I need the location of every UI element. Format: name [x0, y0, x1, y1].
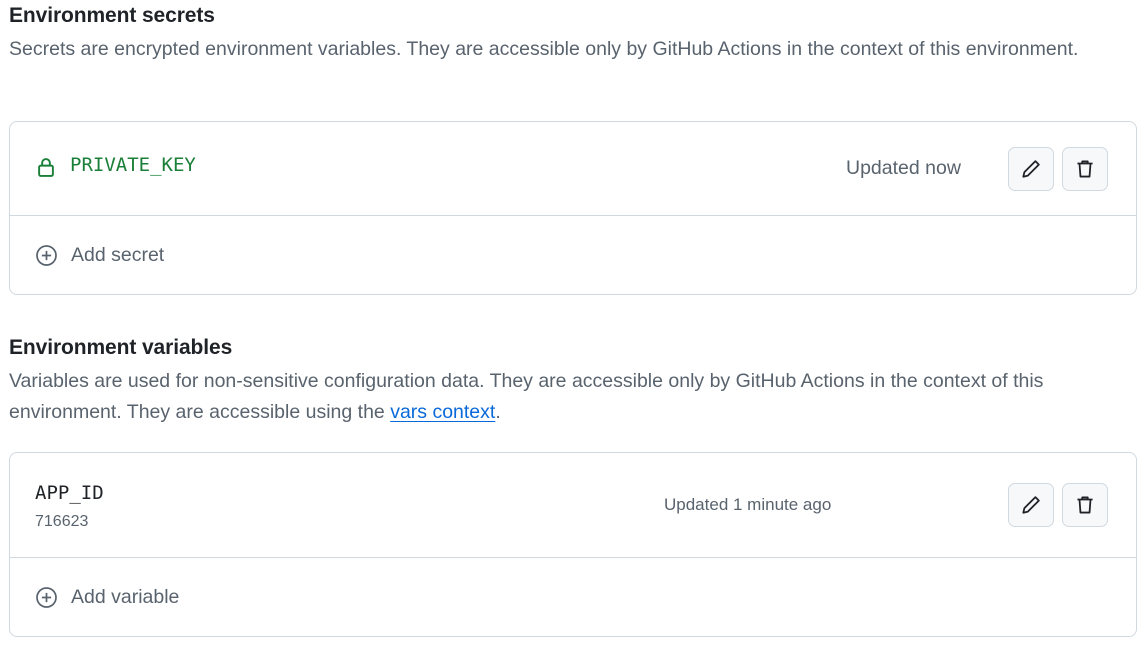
- secrets-list: PRIVATE_KEY Updated now Add secret: [9, 121, 1137, 295]
- add-secret-button[interactable]: Add secret: [10, 216, 1136, 294]
- secrets-section-description: Secrets are encrypted environment variab…: [9, 38, 1079, 60]
- variable-row: APP_ID 716623 Updated 1 minute ago: [10, 453, 1136, 558]
- variable-updated-text: Updated 1 minute ago: [664, 495, 832, 514]
- variable-name: APP_ID: [35, 482, 104, 504]
- vars-context-link[interactable]: vars context: [390, 401, 495, 423]
- variables-section-title: Environment variables: [9, 336, 233, 359]
- delete-secret-button[interactable]: [1062, 147, 1108, 191]
- secret-name: PRIVATE_KEY: [70, 154, 196, 176]
- plus-circle-icon: [36, 244, 57, 266]
- secrets-section-title: Environment secrets: [9, 4, 215, 27]
- lock-icon: [35, 156, 57, 178]
- plus-circle-icon: [36, 586, 57, 608]
- add-variable-label: Add variable: [71, 585, 180, 608]
- variable-value: 716623: [35, 513, 89, 530]
- add-variable-button[interactable]: Add variable: [10, 558, 1136, 636]
- variables-list: APP_ID 716623 Updated 1 minute ago Add v…: [9, 452, 1137, 637]
- add-secret-label: Add secret: [71, 243, 165, 266]
- environment-settings: Environment secrets Secrets are encrypte…: [0, 0, 1147, 647]
- pencil-icon: [1022, 160, 1040, 178]
- trash-icon: [1077, 160, 1093, 178]
- pencil-icon: [1022, 496, 1040, 514]
- delete-variable-button[interactable]: [1062, 483, 1108, 527]
- trash-icon: [1077, 496, 1093, 514]
- variables-description-text: Variables are used for non-sensitive con…: [9, 370, 1044, 423]
- secret-row: PRIVATE_KEY Updated now: [10, 122, 1136, 216]
- secret-updated-text: Updated now: [846, 157, 961, 179]
- edit-secret-button[interactable]: [1008, 147, 1054, 191]
- edit-variable-button[interactable]: [1008, 483, 1054, 527]
- variables-description-suffix: .: [495, 401, 501, 423]
- variables-section-description: Variables are used for non-sensitive con…: [9, 366, 1109, 428]
